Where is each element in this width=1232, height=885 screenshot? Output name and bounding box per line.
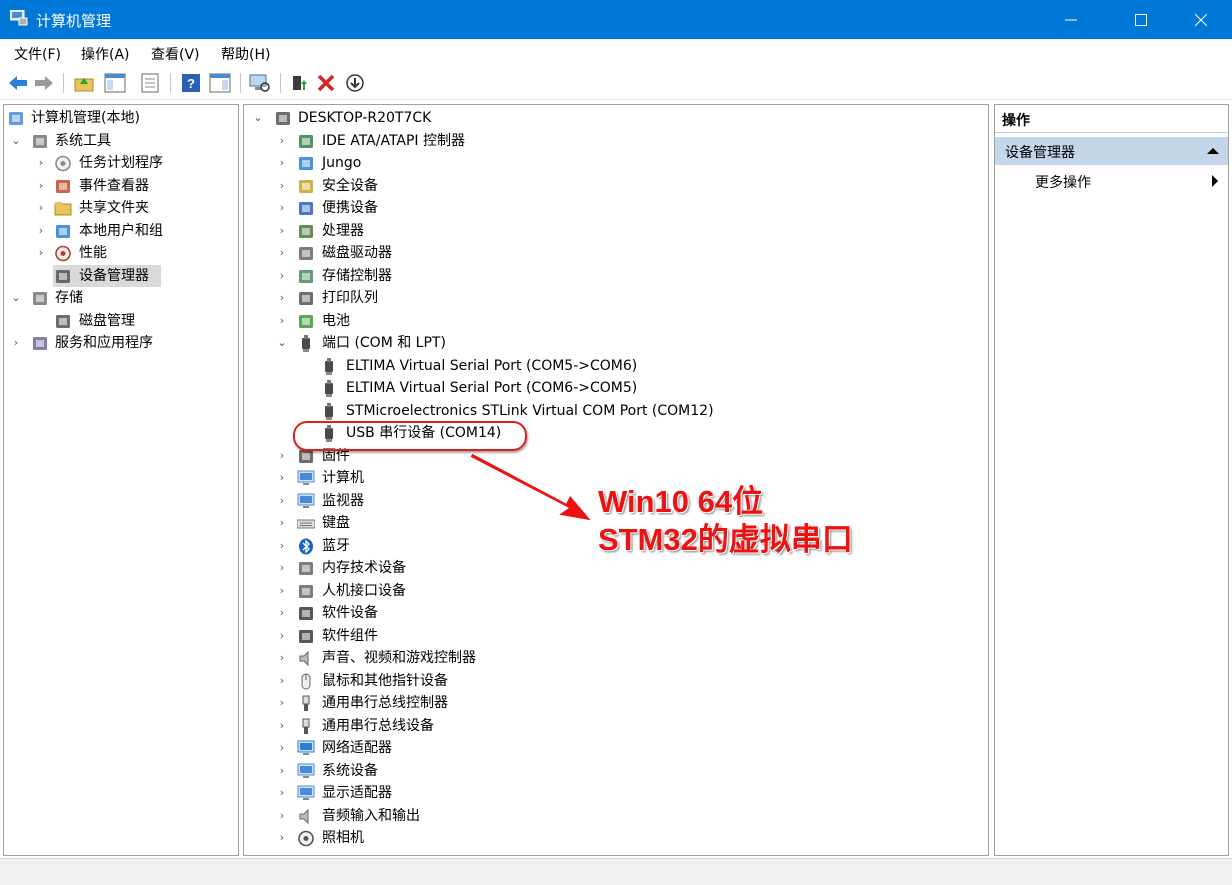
annotation-arrow — [469, 452, 594, 522]
annotation-text-line1: Win10 64位 — [598, 484, 764, 519]
annotation-arrow-shape — [469, 452, 594, 522]
annotation-text-line2: STM32的虚拟串口 — [598, 522, 853, 557]
